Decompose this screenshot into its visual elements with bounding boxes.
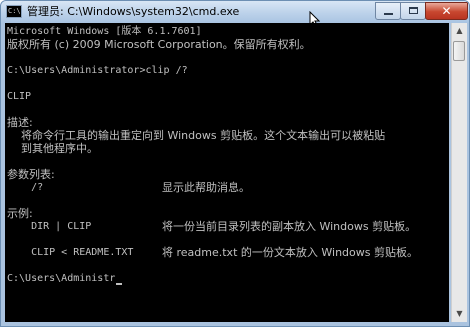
description-text-1: 将命令行工具的输出重定向到 Windows 剪贴板。这个文本输出可以被粘贴 (7, 129, 386, 142)
command-line: C:\Users\Administrator>clip /? (7, 65, 188, 76)
example-2-desc: 将 readme.txt 的一份文本放入 Windows 剪贴板。 (162, 246, 418, 259)
prompt-text: C:\Users\Administr (7, 273, 116, 284)
examples-heading: 示例: (7, 207, 33, 220)
cmd-window: C:\ 管理员: C:\Windows\system32\cmd.exe ✕ M… (0, 0, 470, 327)
description-heading: 描述: (7, 116, 33, 129)
scroll-down-icon[interactable]: ▼ (452, 306, 467, 322)
example-2-command: CLIP < README.TXT (7, 247, 134, 258)
vertical-scrollbar[interactable]: ▲ ▼ (451, 23, 467, 322)
minimize-button[interactable] (375, 2, 401, 20)
version-line: Microsoft Windows [版本 6.1.7601] (7, 26, 202, 37)
close-button[interactable]: ✕ (425, 2, 468, 20)
maximize-button[interactable] (400, 2, 426, 20)
prompt-line: C:\Users\Administr (7, 272, 123, 285)
maximize-icon (409, 7, 418, 14)
example-1-desc: 将一份当前目录列表的副本放入 Windows 剪贴板。 (162, 220, 417, 233)
copyright-line: 版权所有 (c) 2009 Microsoft Corporation。保留所有… (7, 38, 311, 51)
param-help-desc: 显示此帮助消息。 (162, 181, 250, 194)
command-name: CLIP (7, 91, 32, 102)
close-icon: ✕ (441, 4, 452, 18)
parameters-heading: 参数列表: (7, 168, 55, 181)
example-1-command: DIR | CLIP (7, 221, 92, 232)
minimize-icon (384, 13, 393, 15)
text-cursor (116, 283, 123, 285)
console-output[interactable]: Microsoft Windows [版本 6.1.7601] 版权所有 (c)… (5, 23, 449, 322)
title-bar[interactable]: C:\ 管理员: C:\Windows\system32\cmd.exe ✕ (1, 1, 469, 28)
scroll-up-icon[interactable]: ▲ (452, 23, 467, 39)
window-title: 管理员: C:\Windows\system32\cmd.exe (27, 5, 240, 18)
window-frame-bottom (1, 322, 469, 326)
cmd-icon[interactable]: C:\ (6, 5, 22, 18)
description-text-2: 到其他程序中。 (7, 142, 98, 155)
scroll-thumb[interactable] (453, 41, 465, 61)
param-help-switch: /? (7, 182, 44, 193)
